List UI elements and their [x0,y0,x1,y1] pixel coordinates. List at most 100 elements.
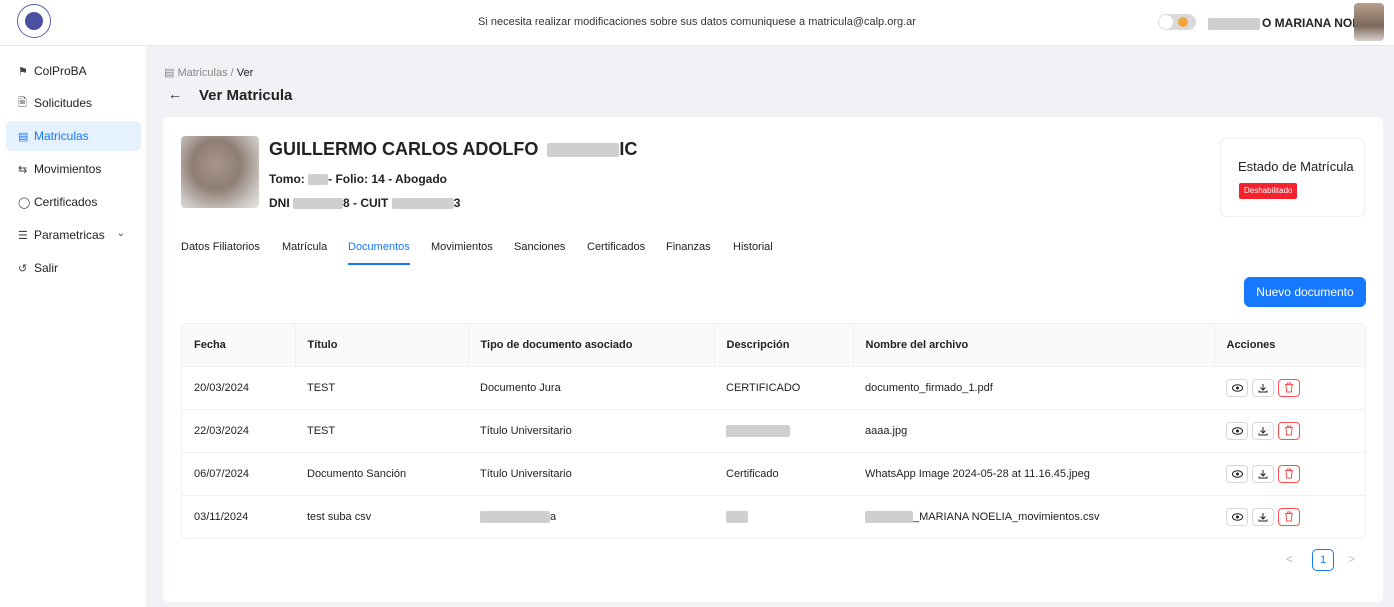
table-row: 06/07/2024 Documento Sanción Título Univ… [182,451,1365,495]
tab-finanzas[interactable]: Finanzas [666,241,711,265]
cell-tipo: Título Universitario [468,451,714,495]
redacted-text [865,510,913,523]
list-icon: ☰ [18,229,28,242]
cell-descripcion: Certificado [714,451,853,495]
profile-photo [181,136,259,208]
logout-icon: ↺ [18,262,28,275]
download-icon[interactable] [1252,464,1274,483]
tomo-label: Tomo: [269,172,305,186]
view-icon[interactable] [1226,378,1248,397]
sidebar-item-movimientos[interactable]: ⇆ Movimientos [6,154,141,184]
redacted-text [308,174,329,186]
column-header-tipo: Tipo de documento asociado [468,324,715,366]
cell-fecha: 20/03/2024 [182,365,295,409]
sidebar-item-parametricas[interactable]: ☰ Parametricas ⌄ [6,220,141,250]
download-icon[interactable] [1252,507,1274,526]
sidebar-item-matriculas[interactable]: ▤ Matriculas [6,121,141,151]
back-arrow-icon[interactable]: ← [168,86,182,102]
sidebar: ⚑ ColProBA 🗎 Solicitudes ▤ Matriculas ⇆ Movi… [0,46,146,607]
breadcrumb: ▤ Matriculas / Ver [164,66,253,79]
sun-icon [1178,17,1188,27]
redacted-text [1208,17,1260,30]
theme-toggle[interactable] [1158,14,1196,30]
redacted-text [726,510,748,523]
column-header-archivo: Nombre del archivo [853,324,1215,366]
cell-titulo: Documento Sanción [295,451,468,495]
view-icon[interactable] [1226,464,1248,483]
top-bar: Si necesita realizar modificaciones sobr… [0,0,1394,46]
sidebar-item-label: Matriculas [34,129,89,143]
swap-icon: ⇆ [18,163,28,176]
profile-name: GUILLERMO CARLOS ADOLFO IC [269,139,637,160]
redacted-text [547,143,620,158]
cell-acciones [1214,494,1365,538]
tab-movimientos[interactable]: Movimientos [431,241,493,265]
cell-titulo: test suba csv [295,494,468,538]
cell-archivo-text: _MARIANA NOELIA_movimientos.csv [913,510,1100,523]
view-icon[interactable] [1226,421,1248,440]
delete-icon[interactable] [1278,507,1300,526]
colproba-icon: ⚑ [18,65,28,78]
delete-icon[interactable] [1278,378,1300,397]
table-row: 22/03/2024 TEST Título Universitario aaa… [182,408,1365,452]
breadcrumb-separator: / [230,67,234,79]
file-icon: 🗎 [18,96,27,109]
tab-historial[interactable]: Historial [733,241,773,265]
toggle-knob [1159,15,1173,29]
id-card-icon: ▤ [164,67,175,79]
view-icon[interactable] [1226,507,1248,526]
download-icon[interactable] [1252,378,1274,397]
profile-name-suffix: IC [619,139,638,159]
dni-suffix: 8 - CUIT [343,196,389,210]
sidebar-item-label: Movimientos [34,162,102,176]
table-header-row: Fecha Título Tipo de documento asociado … [182,324,1365,366]
cell-archivo: WhatsApp Image 2024-05-28 at 11.16.45.jp… [853,451,1214,495]
sidebar-item-label: ColProBA [34,64,87,78]
tab-documentos[interactable]: Documentos [348,241,410,265]
sidebar-item-label: Solicitudes [34,96,93,110]
pagination-page-1[interactable]: 1 [1312,549,1334,571]
cell-descripcion [714,494,853,538]
chevron-down-icon: ⌄ [116,228,125,239]
sidebar-item-certificados[interactable]: ◯ Certificados [6,187,141,217]
redacted-text [391,198,454,210]
status-card: Estado de Matrícula Deshabilitado [1220,138,1365,217]
cell-archivo: aaaa.jpg [853,408,1214,452]
sidebar-item-salir[interactable]: ↺ Salir [6,253,141,283]
status-title: Estado de Matrícula [1238,159,1354,174]
breadcrumb-current: Ver [236,67,254,79]
cell-tipo: Documento Jura [468,365,714,409]
documents-table: Fecha Título Tipo de documento asociado … [181,323,1366,539]
redacted-text [726,424,790,437]
delete-icon[interactable] [1278,421,1300,440]
sidebar-item-label: Salir [34,261,59,275]
sidebar-item-solicitudes[interactable]: 🗎 Solicitudes [6,88,141,118]
page-title: Ver Matricula [199,87,293,104]
sidebar-item-label: Certificados [34,195,98,209]
cell-fecha: 03/11/2024 [182,494,295,538]
profile-dni-cuit: DNI 8 - CUIT 3 [269,196,460,210]
new-document-button[interactable]: Nuevo documento [1244,277,1366,307]
cuit-suffix: 3 [453,196,461,210]
cell-archivo: documento_firmado_1.pdf [853,365,1214,409]
cell-tipo: a [468,494,714,538]
pagination-next[interactable]: > [1348,552,1355,566]
delete-icon[interactable] [1278,464,1300,483]
shield-icon: ◯ [18,196,31,209]
id-card-icon: ▤ [18,130,29,143]
pagination-prev[interactable]: < [1286,552,1293,566]
tab-datos-filiatorios[interactable]: Datos Filiatorios [181,241,260,265]
tab-matricula[interactable]: Matrícula [282,241,327,265]
download-icon[interactable] [1252,421,1274,440]
table-row: 20/03/2024 TEST Documento Jura CERTIFICA… [182,365,1365,409]
column-header-fecha: Fecha [182,324,296,366]
sidebar-item-colproba[interactable]: ⚑ ColProBA [6,56,141,86]
tab-sanciones[interactable]: Sanciones [514,241,565,265]
tab-certificados[interactable]: Certificados [587,241,645,265]
column-header-descripcion: Descripción [714,324,854,366]
cell-descripcion [714,408,853,452]
breadcrumb-parent[interactable]: Matriculas [177,67,227,79]
table-row: 03/11/2024 test suba csv a _MARIANA NOEL… [182,494,1365,538]
cell-archivo: _MARIANA NOELIA_movimientos.csv [853,494,1214,538]
user-avatar[interactable] [1354,3,1384,41]
